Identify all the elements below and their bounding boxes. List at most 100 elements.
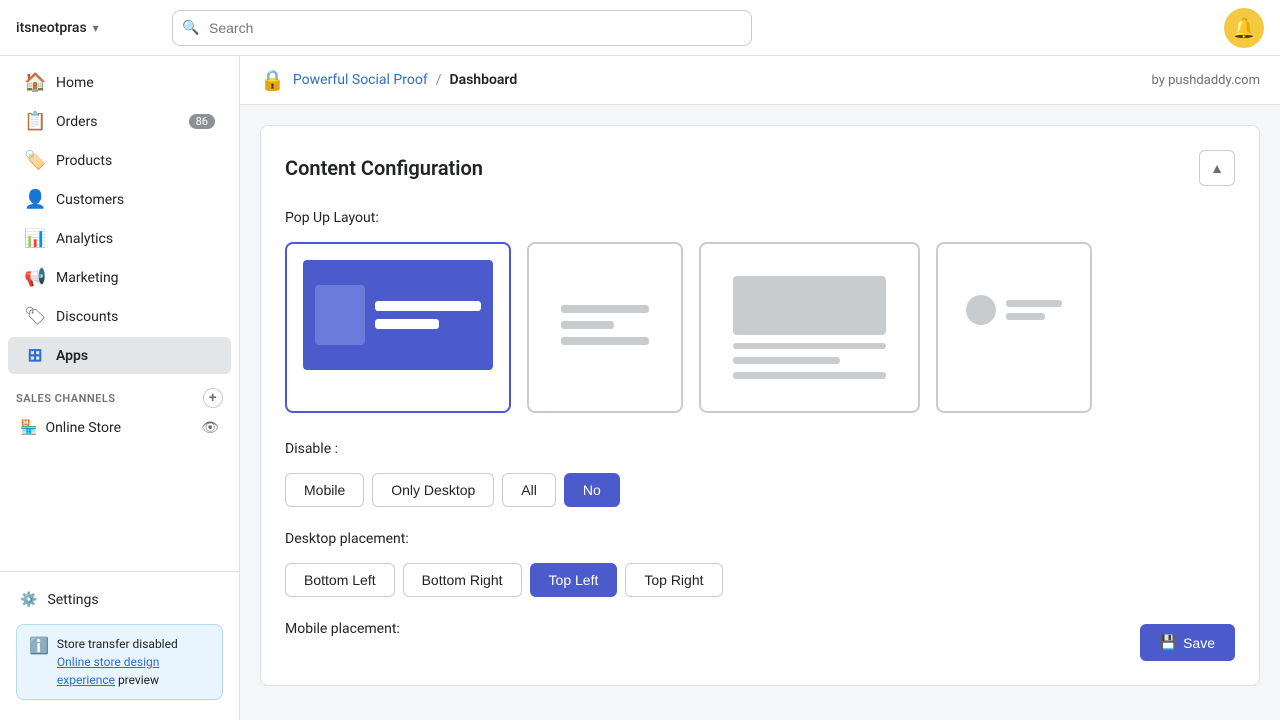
- orders-badge: 86: [189, 114, 215, 129]
- disable-all-button[interactable]: All: [502, 473, 556, 507]
- sidebar-item-customers[interactable]: 👤 Customers: [8, 181, 231, 218]
- disable-only-desktop-button[interactable]: Only Desktop: [372, 473, 494, 507]
- info-icon: ℹ️: [29, 636, 49, 655]
- disable-label: Disable :: [285, 441, 1235, 457]
- search-container: 🔍: [172, 10, 752, 46]
- eye-icon[interactable]: 👁: [201, 420, 219, 436]
- notice-title: Store transfer disabled: [57, 637, 178, 651]
- layout-line: [561, 305, 649, 313]
- sidebar-item-analytics[interactable]: 📊 Analytics: [8, 220, 231, 257]
- layout-preview-1-lines: [375, 301, 481, 329]
- sidebar-item-products[interactable]: 🏷️ Products: [8, 142, 231, 179]
- layout-card-1-inner: [287, 244, 509, 386]
- sidebar-label-home: Home: [56, 75, 94, 91]
- sidebar-label-online-store: Online Store: [45, 420, 121, 436]
- breadcrumb-current: Dashboard: [449, 72, 517, 88]
- sidebar-item-apps[interactable]: ⊞ Apps: [8, 337, 231, 374]
- main-content: 🔒 Powerful Social Proof / Dashboard by p…: [240, 56, 1280, 720]
- collapse-button[interactable]: ▲: [1199, 150, 1235, 186]
- sales-channels-label: SALES CHANNELS: [16, 392, 116, 405]
- sidebar-item-online-store[interactable]: 🏪 Online Store 👁: [8, 412, 231, 444]
- sidebar-item-settings[interactable]: ⚙️ Settings: [8, 584, 231, 616]
- sidebar-label-orders: Orders: [56, 114, 98, 130]
- sidebar-footer: ⚙️ Settings ℹ️ Store transfer disabled O…: [0, 571, 239, 720]
- sidebar-notice-header: ℹ️ Store transfer disabled Online store …: [29, 635, 210, 689]
- sidebar-label-customers: Customers: [56, 192, 124, 208]
- store-selector[interactable]: itsneotpras ▾: [16, 20, 156, 36]
- card-title: Content Configuration: [285, 156, 483, 180]
- sidebar-label-apps: Apps: [56, 348, 88, 364]
- layout-card-1[interactable]: [285, 242, 511, 413]
- sidebar-label-marketing: Marketing: [56, 270, 119, 286]
- card-header: Content Configuration ▲: [285, 150, 1235, 186]
- sales-channels-add-button[interactable]: +: [203, 388, 223, 408]
- sales-channels-section: SALES CHANNELS +: [0, 376, 239, 412]
- sidebar-notice: ℹ️ Store transfer disabled Online store …: [16, 624, 223, 700]
- sidebar-item-marketing[interactable]: 📢 Marketing: [8, 259, 231, 296]
- home-icon: 🏠: [24, 72, 46, 93]
- disable-mobile-button[interactable]: Mobile: [285, 473, 364, 507]
- sidebar-notice-text: Store transfer disabled Online store des…: [57, 635, 210, 689]
- desktop-placement-section: Desktop placement: Bottom Left Bottom Ri…: [285, 531, 1235, 597]
- mobile-placement-label: Mobile placement:: [285, 621, 1235, 637]
- placement-top-right-button[interactable]: Top Right: [625, 563, 722, 597]
- breadcrumb-by: by pushdaddy.com: [1151, 73, 1260, 88]
- layout-card-2[interactable]: [527, 242, 683, 413]
- disable-section: Disable : Mobile Only Desktop All No: [285, 441, 1235, 507]
- sidebar-nav: 🏠 Home 📋 Orders 86 🏷️ Products 👤 Custome…: [0, 56, 239, 571]
- marketing-icon: 📢: [24, 267, 46, 288]
- layout-line-short: [561, 321, 614, 329]
- search-input[interactable]: [172, 10, 752, 46]
- apps-icon: ⊞: [24, 345, 46, 366]
- disable-no-button[interactable]: No: [564, 473, 620, 507]
- sidebar-item-discounts[interactable]: 🏷 Discounts: [8, 298, 231, 335]
- layout-preview-1-image: [315, 285, 365, 345]
- content-area: Content Configuration ▲ Pop Up Layout:: [240, 105, 1280, 706]
- placement-bottom-right-button[interactable]: Bottom Right: [403, 563, 522, 597]
- layout-line: [375, 301, 481, 311]
- layout-card-group: [285, 242, 1235, 413]
- layout-line-short: [375, 319, 439, 329]
- layout: 🏠 Home 📋 Orders 86 🏷️ Products 👤 Custome…: [0, 56, 1280, 720]
- mobile-placement-section: Mobile placement:: [285, 621, 1235, 637]
- breadcrumb-bar: 🔒 Powerful Social Proof / Dashboard by p…: [240, 56, 1280, 105]
- layout-line-short: [1006, 313, 1045, 320]
- layout-preview-1: [303, 260, 493, 370]
- layout-card-3-inner: [701, 244, 918, 411]
- layout-line: [1006, 300, 1062, 307]
- placement-bottom-left-button[interactable]: Bottom Left: [285, 563, 395, 597]
- save-disk-icon: 💾: [1160, 634, 1177, 651]
- online-store-icon: 🏪: [20, 420, 37, 436]
- layout-card-3[interactable]: [699, 242, 920, 413]
- sidebar-label-discounts: Discounts: [56, 309, 118, 325]
- products-icon: 🏷️: [24, 150, 46, 171]
- discounts-icon: 🏷: [24, 306, 46, 327]
- breadcrumb: 🔒 Powerful Social Proof / Dashboard: [260, 68, 517, 92]
- sidebar-item-home[interactable]: 🏠 Home: [8, 64, 231, 101]
- topbar: itsneotpras ▾ 🔍 🔔: [0, 0, 1280, 56]
- store-name: itsneotpras: [16, 20, 87, 36]
- layout-line-short: [733, 357, 840, 364]
- customers-icon: 👤: [24, 189, 46, 210]
- desktop-placement-label: Desktop placement:: [285, 531, 1235, 547]
- notice-preview: preview: [115, 673, 159, 687]
- content-config-card: Content Configuration ▲ Pop Up Layout:: [260, 125, 1260, 686]
- save-button[interactable]: 💾 Save: [1140, 624, 1235, 661]
- popup-layout-section: Pop Up Layout:: [285, 210, 1235, 413]
- notification-bell[interactable]: 🔔: [1224, 8, 1264, 48]
- collapse-icon: ▲: [1210, 160, 1224, 176]
- placement-top-left-button[interactable]: Top Left: [530, 563, 618, 597]
- settings-icon: ⚙️: [20, 592, 37, 608]
- desktop-placement-btn-group: Bottom Left Bottom Right Top Left Top Ri…: [285, 563, 1235, 597]
- sidebar-label-products: Products: [56, 153, 112, 169]
- breadcrumb-separator: /: [436, 72, 442, 88]
- sidebar-item-orders[interactable]: 📋 Orders 86: [8, 103, 231, 140]
- layout-preview-2: [545, 260, 665, 390]
- store-chevron-icon: ▾: [93, 21, 99, 35]
- layout-card-2-inner: [529, 244, 681, 406]
- layout-preview-3: [717, 260, 902, 395]
- layout-card-4[interactable]: [936, 242, 1092, 413]
- breadcrumb-app-link[interactable]: Powerful Social Proof: [293, 72, 428, 88]
- layout-line: [561, 337, 649, 345]
- save-label: Save: [1183, 635, 1215, 651]
